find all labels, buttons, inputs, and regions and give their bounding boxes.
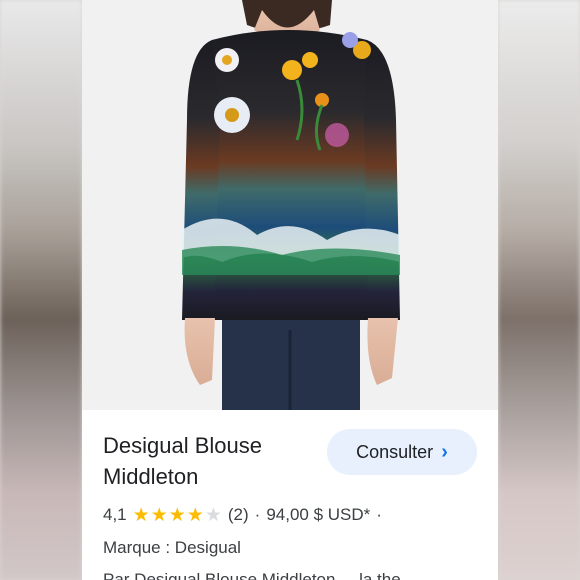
review-count[interactable]: (2) <box>228 505 249 525</box>
star-icon: ★ <box>168 504 186 526</box>
product-title-line-1[interactable]: Desigual Blouse <box>103 430 313 461</box>
blurred-background-right <box>498 0 580 580</box>
consulter-button-label: Consulter <box>356 441 434 462</box>
price: 94,00 $ USD* <box>266 505 371 524</box>
star-empty-icon: ★ <box>204 504 222 526</box>
star-icon: ★ <box>186 504 204 526</box>
brand-label: Marque : Desigual <box>103 538 241 557</box>
rating-price-row: 4,1 ★ ★ ★ ★ ★ (2) · 94,00 $ USD* · <box>103 504 382 526</box>
separator-dot: · <box>254 505 261 524</box>
rating-stars: ★ ★ ★ ★ ★ <box>133 506 222 525</box>
star-icon: ★ <box>132 504 150 526</box>
separator-dot-trailing: · <box>376 505 382 524</box>
blouse-photo-illustration <box>182 0 400 410</box>
chevron-right-icon: › <box>441 440 448 463</box>
description-snippet: Par Desigual Blouse Middleton ... la the <box>103 570 401 580</box>
star-icon: ★ <box>150 504 168 526</box>
product-title-line-2[interactable]: Middleton <box>103 461 313 492</box>
blurred-background-left <box>0 0 82 580</box>
rating-value: 4,1 <box>103 505 127 524</box>
product-card[interactable]: Desigual Blouse Middleton Consulter › 4,… <box>82 0 498 580</box>
consulter-button[interactable]: Consulter › <box>327 429 477 475</box>
product-title[interactable]: Desigual Blouse Middleton <box>103 430 313 492</box>
product-image[interactable] <box>82 0 498 410</box>
